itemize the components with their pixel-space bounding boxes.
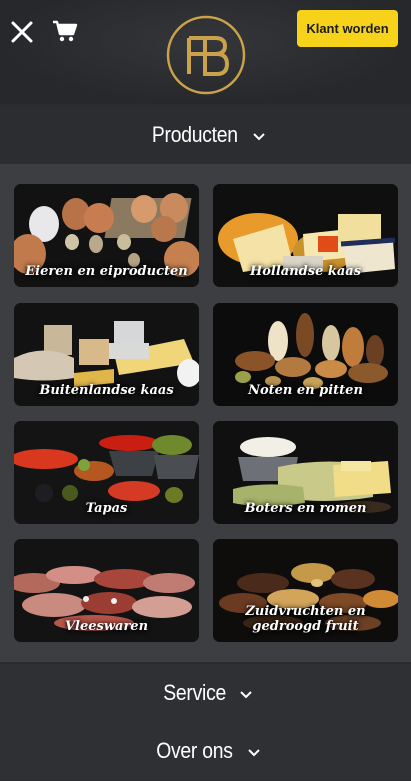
category-label: Buitenlandse kaas [39, 383, 174, 398]
section-producten[interactable]: Producten [0, 106, 411, 164]
category-tile-boters[interactable]: Boters en romen [213, 421, 398, 524]
chevron-down-icon [253, 132, 266, 140]
category-label: Eieren en eiproducten [25, 264, 188, 279]
category-label: Tapas [85, 501, 128, 516]
become-customer-button[interactable]: Klant worden [297, 10, 398, 47]
top-bar: Klant worden [0, 0, 411, 104]
category-tile-buitenlandse-kaas[interactable]: Buitenlandse kaas [14, 303, 199, 406]
category-tile-vleeswaren[interactable]: Vleeswaren [14, 539, 199, 642]
section-over-ons-label: Over ons [156, 738, 233, 763]
section-service-label: Service [163, 680, 226, 705]
chevron-down-icon [240, 690, 252, 698]
chevron-down-icon [248, 748, 260, 756]
section-over-ons[interactable]: Over ons [0, 722, 411, 780]
product-categories-grid: Eieren en eiproducten Hollandse kaas Bui… [0, 164, 411, 662]
category-label: Hollandse kaas [249, 264, 362, 279]
category-tile-zuidvruchten[interactable]: Zuidvruchten en gedroogd fruit [213, 539, 398, 642]
cart-icon[interactable] [52, 18, 78, 44]
category-label: Boters en romen [244, 501, 367, 516]
category-tile-hollandse-kaas[interactable]: Hollandse kaas [213, 184, 398, 287]
category-tile-eieren[interactable]: Eieren en eiproducten [14, 184, 199, 287]
category-tile-noten[interactable]: Noten en pitten [213, 303, 398, 406]
category-label: Zuidvruchten en gedroogd fruit [245, 604, 366, 634]
category-tile-tapas[interactable]: Tapas [14, 421, 199, 524]
section-service[interactable]: Service [0, 664, 411, 722]
category-label: Noten en pitten [248, 383, 363, 398]
section-producten-label: Producten [151, 122, 238, 147]
brand-logo[interactable] [165, 14, 247, 96]
category-label: Vleeswaren [64, 619, 149, 634]
close-icon[interactable] [10, 20, 34, 44]
